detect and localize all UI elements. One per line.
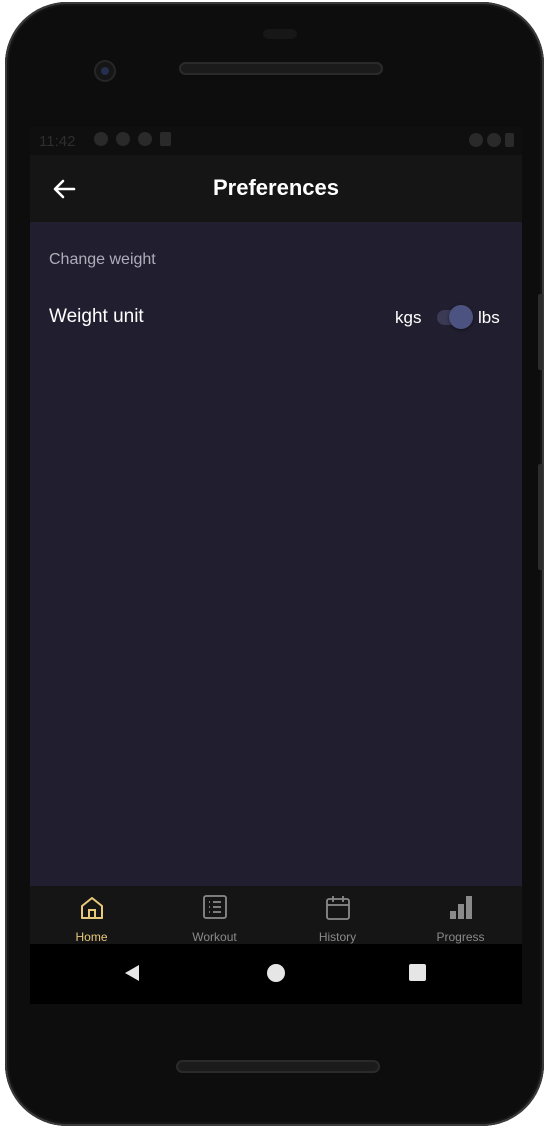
app-bar: Preferences [30,155,522,222]
system-back-icon[interactable] [122,963,142,983]
volume-button [538,464,543,570]
notification-icons [94,132,171,146]
front-camera [94,60,116,82]
list-icon [202,895,227,919]
calendar-icon [325,896,350,920]
signal-icon [487,133,501,147]
bottom-navigation: Home Workout History Progress [30,886,522,944]
section-heading: Change weight [49,251,156,268]
toggle-thumb [449,305,473,329]
system-status-icons [469,133,514,147]
nav-workout[interactable]: Workout [153,886,276,944]
status-time: 11:42 [39,133,76,150]
system-home-icon[interactable] [267,964,285,982]
kgs-option-label: kgs [395,308,422,327]
app-notification-icon [116,132,130,146]
nav-home[interactable]: Home [30,886,153,944]
lbs-option-label: lbs [478,308,500,327]
battery-icon [505,133,514,147]
home-icon [80,897,103,919]
nav-history-label: History [318,930,357,944]
nav-history[interactable]: History [276,886,399,944]
settings-notification-icon [94,132,108,146]
system-navigation-bar [30,944,522,1004]
nav-workout-label: Workout [192,930,237,944]
status-bar: 11:42 [30,127,522,155]
nav-progress[interactable]: Progress [399,886,522,944]
weight-unit-toggle[interactable] [434,304,476,330]
nav-home-label: Home [75,930,108,944]
weight-unit-label: Weight unit [49,306,144,327]
preferences-content: Change weight Weight unit kgs lbs [30,222,522,886]
bottom-speaker-grille [176,1060,380,1073]
nav-progress-label: Progress [436,930,485,944]
play-notification-icon [138,132,152,146]
power-button [538,294,543,370]
speaker-grille [179,62,383,75]
wifi-icon [469,133,483,147]
screen: 11:42 Preferences Change weight Weight u… [30,127,522,1004]
system-recents-icon[interactable] [409,964,426,981]
top-sensor [263,29,297,39]
page-title: Preferences [213,175,339,200]
bar-chart-icon [449,896,472,919]
sd-card-icon [160,132,171,146]
